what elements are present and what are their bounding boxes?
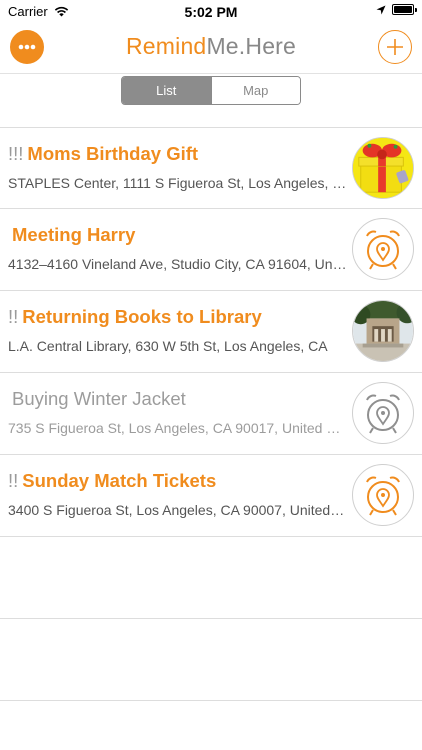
segment-list[interactable]: List — [122, 77, 211, 104]
alarm-clock-pin-icon — [366, 476, 400, 516]
priority-marker: !! — [8, 306, 19, 327]
reminder-row[interactable]: Meeting Harry 4132–4160 Vineland Ave, St… — [0, 209, 422, 291]
reminder-title-text: Buying Winter Jacket — [12, 388, 186, 409]
priority-marker: !!! — [8, 143, 24, 164]
reminder-title-text: Sunday Match Tickets — [22, 470, 217, 491]
reminder-address: L.A. Central Library, 630 W 5th St, Los … — [8, 338, 328, 354]
battery-fill — [394, 6, 412, 13]
reminder-row[interactable]: !!! Moms Birthday Gift STAPLES Center, 11… — [0, 127, 422, 209]
app-title-part1: Remind — [125, 33, 207, 59]
alarm-clock-pin-icon — [366, 394, 400, 434]
navigation-bar: RemindMe.Here — [0, 22, 422, 74]
reminder-row[interactable]: !! Sunday Match Tickets 3400 S Figueroa S… — [0, 455, 422, 537]
segment-map[interactable]: Map — [210, 77, 300, 104]
status-time: 5:02 PM — [184, 4, 238, 20]
app-title: RemindMe.Here — [0, 33, 422, 60]
reminder-thumbnail — [352, 137, 414, 199]
priority-marker: !! — [8, 470, 19, 491]
status-bar: Carrier 5:02 PM — [0, 0, 422, 22]
reminder-title-text: Returning Books to Library — [22, 306, 262, 327]
location-arrow-icon — [376, 5, 386, 14]
reminder-row[interactable]: !! Returning Books to Library L.A. Centra… — [0, 291, 422, 373]
reminder-thumbnail — [352, 382, 414, 444]
reminder-address: 735 S Figueroa St, Los Angeles, CA 90017… — [8, 420, 348, 436]
reminder-thumbnail — [352, 300, 414, 362]
reminder-title: Meeting Harry — [8, 224, 135, 246]
empty-list-row — [0, 537, 422, 619]
library-photo — [353, 301, 413, 361]
reminder-thumbnail — [352, 218, 414, 280]
plus-icon — [387, 39, 403, 55]
reminder-title: !! Returning Books to Library — [8, 306, 262, 328]
reminder-row[interactable]: Buying Winter Jacket 735 S Figueroa St, … — [0, 373, 422, 455]
gift-box-image — [353, 138, 413, 198]
reminder-title: Buying Winter Jacket — [8, 388, 186, 410]
reminder-thumbnail — [352, 464, 414, 526]
empty-list-row — [0, 619, 422, 701]
reminder-title: !!! Moms Birthday Gift — [8, 143, 198, 165]
reminder-title-text: Meeting Harry — [12, 224, 136, 245]
reminder-address: 3400 S Figueroa St, Los Angeles, CA 9000… — [8, 502, 348, 518]
alarm-clock-pin-icon — [366, 230, 400, 270]
add-reminder-button[interactable] — [378, 30, 412, 64]
reminder-title: !! Sunday Match Tickets — [8, 470, 216, 492]
reminder-address: STAPLES Center, 1111 S Figueroa St, Los … — [8, 175, 348, 191]
reminder-title-text: Moms Birthday Gift — [27, 143, 199, 164]
status-right — [376, 4, 417, 15]
app-title-part2: Me.Here — [206, 33, 297, 59]
battery-icon — [392, 4, 417, 15]
reminder-list: !!! Moms Birthday Gift STAPLES Center, 11… — [0, 127, 422, 701]
view-segmented-control: List Map — [121, 76, 301, 105]
reminder-address: 4132–4160 Vineland Ave, Studio City, CA … — [8, 256, 348, 272]
